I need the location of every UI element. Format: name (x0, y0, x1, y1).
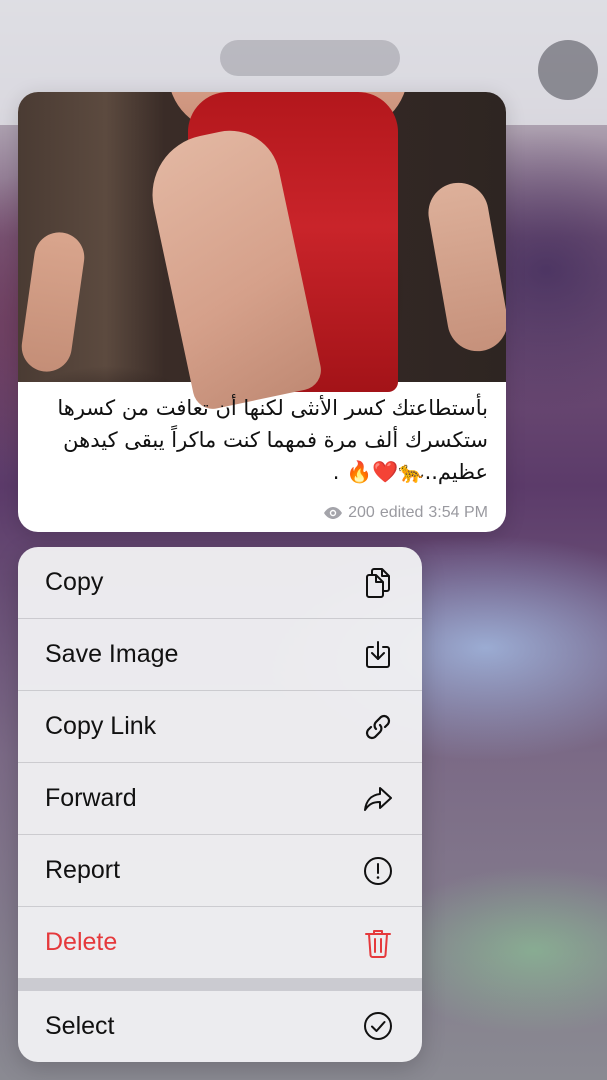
edited-label: edited (379, 504, 424, 521)
message-time: 3:54 PM (428, 504, 488, 521)
forward-menu-item[interactable]: Forward (18, 763, 422, 835)
forward-icon (362, 783, 394, 815)
copy-icon (362, 567, 394, 599)
report-menu-item[interactable]: Report (18, 835, 422, 907)
view-count: 200 (348, 504, 375, 521)
menu-separator (18, 979, 422, 991)
message-meta: 200 edited 3:54 PM (323, 504, 488, 522)
menu-item-label: Delete (45, 928, 118, 956)
menu-item-label: Select (45, 1011, 115, 1040)
checkmark-circle-icon (362, 1010, 394, 1042)
delete-menu-item[interactable]: Delete (18, 907, 422, 979)
link-icon (362, 711, 394, 743)
save-image-menu-item[interactable]: Save Image (18, 619, 422, 691)
message-photo[interactable] (18, 92, 506, 413)
report-icon (362, 855, 394, 887)
copy-menu-item[interactable]: Copy (18, 547, 422, 619)
save-image-icon (362, 639, 394, 671)
select-menu-item[interactable]: Select (18, 991, 422, 1061)
blurred-avatar (538, 40, 598, 100)
photo-region (423, 178, 506, 356)
blurred-header-element (220, 40, 400, 76)
message-caption: بأستطاعتك كسر الأنثى لكنها أن تعافت من ك… (57, 396, 488, 484)
copy-link-menu-item[interactable]: Copy Link (18, 691, 422, 763)
photo-region (18, 229, 88, 375)
message-bubble[interactable]: بأستطاعتك كسر الأنثى لكنها أن تعافت من ك… (18, 92, 506, 532)
menu-item-label: Report (45, 856, 121, 884)
eye-icon (323, 506, 343, 520)
context-menu: Copy Save Image Copy Link Forward Report… (18, 547, 422, 1062)
menu-item-label: Copy (45, 568, 104, 596)
menu-item-label: Save Image (45, 640, 179, 668)
menu-item-label: Forward (45, 784, 137, 812)
trash-icon (362, 927, 394, 959)
menu-item-label: Copy Link (45, 712, 157, 740)
